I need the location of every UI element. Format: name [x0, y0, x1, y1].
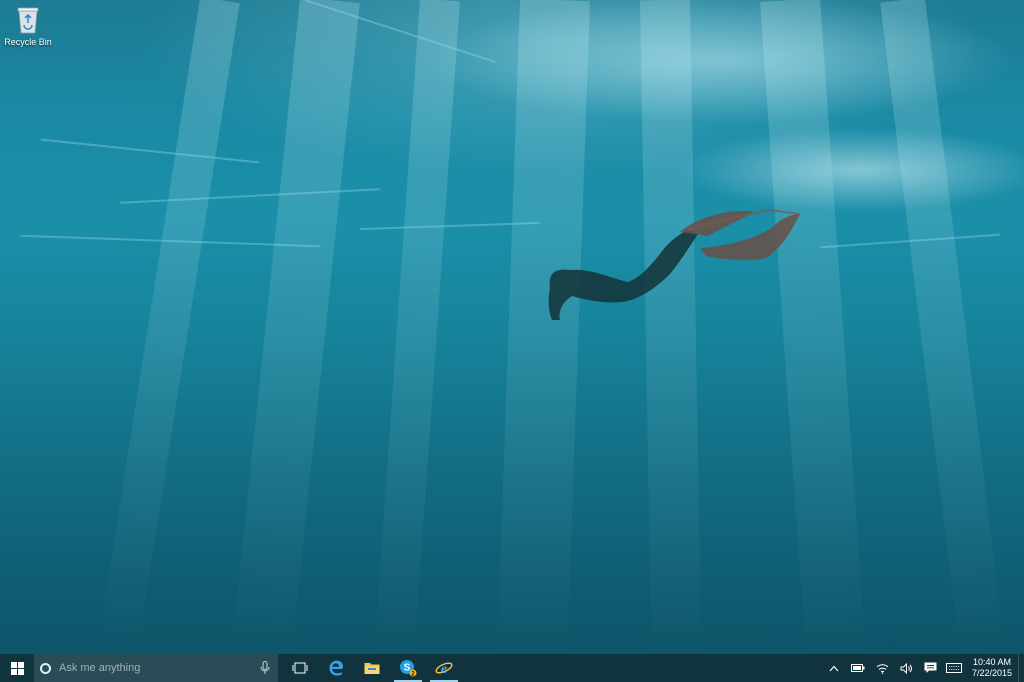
- svg-text:e: e: [441, 662, 447, 676]
- volume-icon: [900, 662, 912, 674]
- light-ray: [374, 0, 460, 654]
- recycle-bin-shortcut[interactable]: Recycle Bin: [4, 4, 52, 52]
- show-hidden-icons-button[interactable]: [822, 654, 846, 682]
- clock-button[interactable]: 10:40 AM 7/22/2015: [966, 654, 1018, 682]
- file-explorer-button[interactable]: [354, 654, 390, 682]
- desktop[interactable]: Recycle Bin: [0, 0, 1024, 654]
- clock-date: 7/22/2015: [971, 668, 1013, 678]
- recycle-bin-icon: [17, 7, 39, 34]
- microphone-icon[interactable]: [260, 661, 270, 675]
- chevron-up-icon: [829, 665, 839, 671]
- light-ray: [96, 0, 240, 654]
- task-view-icon: [292, 662, 308, 674]
- skype-taskbar-button[interactable]: S 2: [390, 654, 426, 682]
- edge-icon: [329, 660, 343, 676]
- wifi-icon: [876, 663, 888, 674]
- action-center-button[interactable]: [918, 654, 942, 682]
- surface-ripple: [40, 138, 260, 164]
- show-desktop-button[interactable]: [1018, 654, 1024, 682]
- internet-explorer-icon: e: [435, 662, 453, 676]
- volume-tray-button[interactable]: [894, 654, 918, 682]
- network-tray-button[interactable]: [870, 654, 894, 682]
- svg-text:S: S: [404, 663, 411, 674]
- surface-ripple: [120, 188, 380, 204]
- light-ray: [880, 0, 1006, 654]
- skype-icon: S 2: [400, 660, 417, 677]
- folder-icon: [364, 663, 380, 674]
- diver-silhouette: [548, 208, 801, 320]
- internet-explorer-taskbar-button[interactable]: e: [426, 654, 462, 682]
- windows-logo-icon: [10, 661, 24, 675]
- recycle-bin-label: Recycle Bin: [4, 37, 52, 47]
- start-button[interactable]: [0, 654, 34, 682]
- search-box[interactable]: Ask me anything: [34, 654, 278, 682]
- search-placeholder: Ask me anything: [59, 662, 141, 674]
- action-center-icon: [924, 662, 936, 673]
- keyboard-icon: [946, 663, 962, 673]
- taskbar: Ask me anything S 2 e 10:40 AM 7/22/2015: [0, 654, 1024, 682]
- task-view-button[interactable]: [282, 654, 318, 682]
- touch-keyboard-button[interactable]: [942, 654, 966, 682]
- edge-taskbar-button[interactable]: [318, 654, 354, 682]
- light-ray: [231, 0, 360, 654]
- system-tray: 10:40 AM 7/22/2015: [822, 654, 1024, 682]
- cortana-circle-icon: [40, 662, 51, 674]
- clock-time: 10:40 AM: [972, 657, 1012, 667]
- battery-tray-button[interactable]: [846, 654, 870, 682]
- battery-icon: [851, 664, 865, 672]
